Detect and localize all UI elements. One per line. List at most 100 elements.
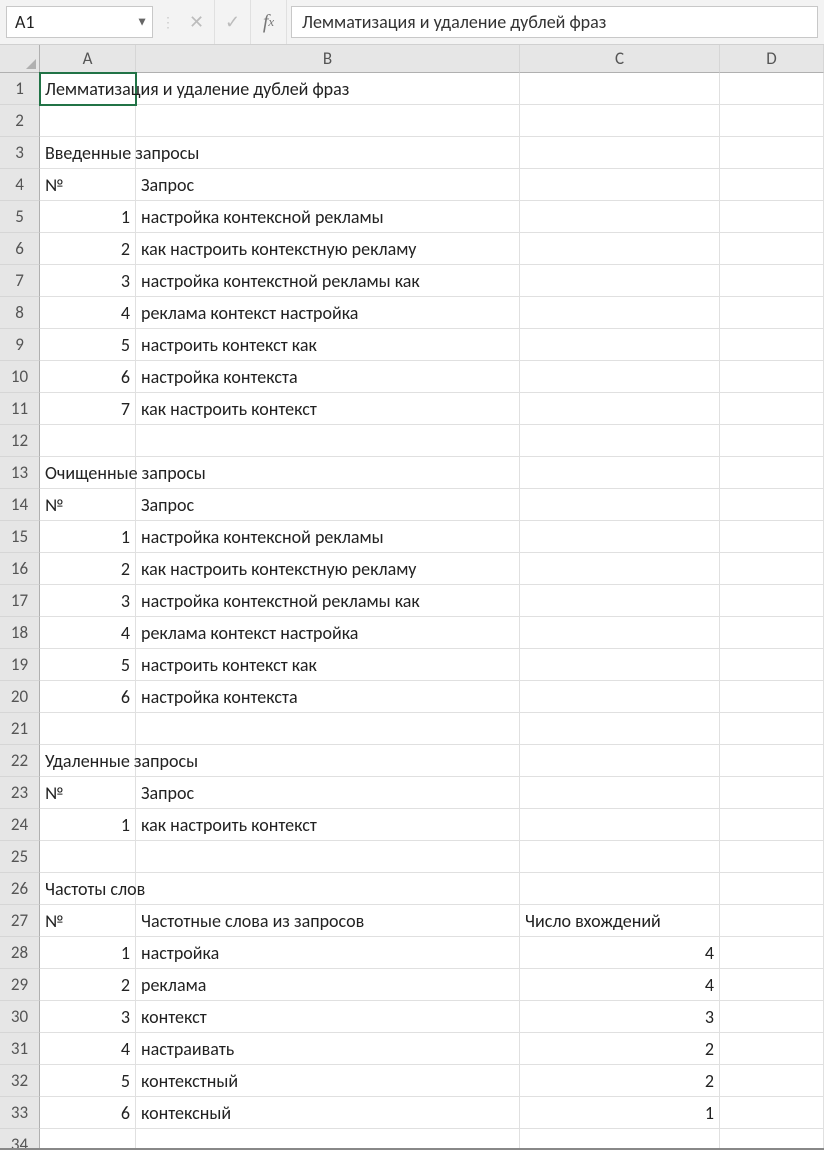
row-header-16[interactable]: 16 xyxy=(0,553,40,585)
row-header-25[interactable]: 25 xyxy=(0,841,40,873)
spreadsheet-grid[interactable]: ABCD1Лемматизация и удаление дублей фраз… xyxy=(0,45,824,1150)
row-header-1[interactable]: 1 xyxy=(0,73,40,105)
cell-C17[interactable] xyxy=(520,585,720,617)
row-header-32[interactable]: 32 xyxy=(0,1065,40,1097)
cell-A20[interactable]: 6 xyxy=(40,681,136,713)
cell-D31[interactable] xyxy=(720,1033,824,1065)
cell-B28[interactable]: настройка xyxy=(136,937,520,969)
cell-C4[interactable] xyxy=(520,169,720,201)
row-header-30[interactable]: 30 xyxy=(0,1001,40,1033)
cell-C27[interactable]: Число вхождений xyxy=(520,905,720,937)
cell-C5[interactable] xyxy=(520,201,720,233)
row-header-33[interactable]: 33 xyxy=(0,1097,40,1129)
cell-B11[interactable]: как настроить контекст xyxy=(136,393,520,425)
cell-D27[interactable] xyxy=(720,905,824,937)
row-header-5[interactable]: 5 xyxy=(0,201,40,233)
row-header-11[interactable]: 11 xyxy=(0,393,40,425)
cell-C29[interactable]: 4 xyxy=(520,969,720,1001)
cell-C19[interactable] xyxy=(520,649,720,681)
cell-A33[interactable]: 6 xyxy=(40,1097,136,1129)
cell-B17[interactable]: настройка контекстной рекламы как xyxy=(136,585,520,617)
cell-A11[interactable]: 7 xyxy=(40,393,136,425)
cell-C28[interactable]: 4 xyxy=(520,937,720,969)
cell-C25[interactable] xyxy=(520,841,720,873)
row-header-21[interactable]: 21 xyxy=(0,713,40,745)
cell-B7[interactable]: настройка контекстной рекламы как xyxy=(136,265,520,297)
cell-D8[interactable] xyxy=(720,297,824,329)
cell-B4[interactable]: Запрос xyxy=(136,169,520,201)
cell-B14[interactable]: Запрос xyxy=(136,489,520,521)
row-header-22[interactable]: 22 xyxy=(0,745,40,777)
cell-A13[interactable]: Очищенные запросы xyxy=(40,457,136,489)
row-header-2[interactable]: 2 xyxy=(0,105,40,137)
cell-D22[interactable] xyxy=(720,745,824,777)
cell-C31[interactable]: 2 xyxy=(520,1033,720,1065)
cell-B10[interactable]: настройка контекста xyxy=(136,361,520,393)
cell-C9[interactable] xyxy=(520,329,720,361)
cell-C3[interactable] xyxy=(520,137,720,169)
row-header-17[interactable]: 17 xyxy=(0,585,40,617)
cell-A19[interactable]: 5 xyxy=(40,649,136,681)
cell-C15[interactable] xyxy=(520,521,720,553)
row-header-4[interactable]: 4 xyxy=(0,169,40,201)
cell-A34[interactable] xyxy=(40,1129,136,1150)
cell-C1[interactable] xyxy=(520,73,720,105)
cell-D33[interactable] xyxy=(720,1097,824,1129)
row-header-26[interactable]: 26 xyxy=(0,873,40,905)
cell-D26[interactable] xyxy=(720,873,824,905)
cell-A3[interactable]: Введенные запросы xyxy=(40,137,136,169)
cell-D19[interactable] xyxy=(720,649,824,681)
row-header-23[interactable]: 23 xyxy=(0,777,40,809)
cell-B30[interactable]: контекст xyxy=(136,1001,520,1033)
cell-A29[interactable]: 2 xyxy=(40,969,136,1001)
cell-C20[interactable] xyxy=(520,681,720,713)
name-box[interactable]: A1 ▼ xyxy=(6,6,153,38)
row-header-28[interactable]: 28 xyxy=(0,937,40,969)
cell-A21[interactable] xyxy=(40,713,136,745)
cell-C16[interactable] xyxy=(520,553,720,585)
cell-A31[interactable]: 4 xyxy=(40,1033,136,1065)
cell-A25[interactable] xyxy=(40,841,136,873)
formula-input[interactable]: Лемматизация и удаление дублей фраз xyxy=(291,6,818,38)
row-header-14[interactable]: 14 xyxy=(0,489,40,521)
cell-C8[interactable] xyxy=(520,297,720,329)
cell-C33[interactable]: 1 xyxy=(520,1097,720,1129)
column-header-B[interactable]: B xyxy=(136,45,520,73)
cell-A26[interactable]: Частоты слов xyxy=(40,873,136,905)
cell-C11[interactable] xyxy=(520,393,720,425)
row-header-10[interactable]: 10 xyxy=(0,361,40,393)
cancel-icon[interactable]: ✕ xyxy=(179,0,215,44)
cell-A24[interactable]: 1 xyxy=(40,809,136,841)
cell-A23[interactable]: № xyxy=(40,777,136,809)
cell-C22[interactable] xyxy=(520,745,720,777)
cell-B21[interactable] xyxy=(136,713,520,745)
cell-C18[interactable] xyxy=(520,617,720,649)
cell-A32[interactable]: 5 xyxy=(40,1065,136,1097)
column-header-A[interactable]: A xyxy=(40,45,136,73)
cell-B23[interactable]: Запрос xyxy=(136,777,520,809)
cell-D28[interactable] xyxy=(720,937,824,969)
cell-A22[interactable]: Удаленные запросы xyxy=(40,745,136,777)
cell-D12[interactable] xyxy=(720,425,824,457)
cell-C13[interactable] xyxy=(520,457,720,489)
cell-B15[interactable]: настройка контексной рекламы xyxy=(136,521,520,553)
cell-C6[interactable] xyxy=(520,233,720,265)
cell-A7[interactable]: 3 xyxy=(40,265,136,297)
cell-D6[interactable] xyxy=(720,233,824,265)
fx-icon[interactable]: fx xyxy=(251,0,287,44)
cell-B18[interactable]: реклама контекст настройка xyxy=(136,617,520,649)
cell-B26[interactable] xyxy=(136,873,520,905)
row-header-6[interactable]: 6 xyxy=(0,233,40,265)
cell-D14[interactable] xyxy=(720,489,824,521)
cell-A5[interactable]: 1 xyxy=(40,201,136,233)
cell-C34[interactable] xyxy=(520,1129,720,1150)
accept-icon[interactable]: ✓ xyxy=(215,0,251,44)
cell-C32[interactable]: 2 xyxy=(520,1065,720,1097)
cell-D30[interactable] xyxy=(720,1001,824,1033)
row-header-34[interactable]: 34 xyxy=(0,1129,40,1150)
select-all-corner[interactable] xyxy=(0,45,40,73)
cell-B33[interactable]: контексный xyxy=(136,1097,520,1129)
cell-A2[interactable] xyxy=(40,105,136,137)
cell-D34[interactable] xyxy=(720,1129,824,1150)
row-header-20[interactable]: 20 xyxy=(0,681,40,713)
